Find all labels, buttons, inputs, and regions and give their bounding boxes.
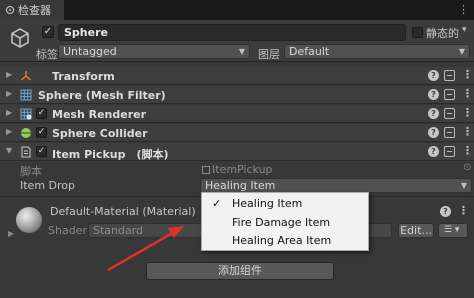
component-name: Item Pickup (脚本): [52, 148, 169, 161]
help-icon[interactable]: ?: [440, 206, 451, 217]
component-sphere-collider[interactable]: ▶ ✓ Sphere Collider ? ⋮: [0, 124, 474, 142]
transform-icon: [21, 71, 31, 81]
material-name: Default-Material (Material): [50, 205, 196, 218]
component-transform[interactable]: ▶ Transform ? ⋮: [0, 67, 474, 85]
tab-inspector[interactable]: 检查器: [0, 0, 64, 20]
panel-menu-icon[interactable]: ⋮: [458, 3, 469, 16]
item-drop-value: Healing Item: [205, 179, 276, 192]
script-label: 脚本: [20, 165, 42, 178]
component-mesh-filter[interactable]: ▶ Sphere (Mesh Filter) ? ⋮: [0, 86, 474, 104]
edit-shader-button[interactable]: Edit...: [398, 223, 434, 238]
shader-label: Shader: [48, 224, 87, 237]
component-mesh-renderer[interactable]: ▶ ✓ Mesh Renderer ? ⋮: [0, 105, 474, 123]
preset-icon[interactable]: [444, 70, 455, 81]
component-enabled-checkbox[interactable]: ✓: [36, 127, 47, 138]
static-dropdown-icon[interactable]: ▾: [462, 25, 467, 35]
object-picker-icon[interactable]: ⊙: [463, 162, 471, 173]
help-icon[interactable]: ?: [428, 127, 439, 138]
static-label: 静态的: [426, 27, 459, 40]
more-icon[interactable]: ⋮: [462, 125, 473, 138]
add-component-button[interactable]: 添加组件: [146, 262, 334, 280]
shader-list-button[interactable]: ☰ ▾: [438, 223, 468, 238]
help-icon[interactable]: ?: [428, 89, 439, 100]
more-icon[interactable]: ⋮: [462, 87, 473, 100]
material-preview-sphere: [16, 207, 42, 233]
more-icon[interactable]: ⋮: [462, 68, 473, 81]
cube-icon: [11, 28, 29, 48]
item-drop-popup-menu: ✓ Healing Item Fire Damage Item Healing …: [201, 192, 369, 251]
layer-value: Default: [289, 45, 330, 58]
checkmark-icon: ✓: [212, 197, 222, 210]
menu-item-label: Fire Damage Item: [232, 216, 331, 229]
tab-label: 检查器: [18, 4, 51, 17]
component-name: Sphere (Mesh Filter): [38, 89, 166, 102]
inspector-icon: [6, 6, 14, 14]
help-icon[interactable]: ?: [428, 108, 439, 119]
preset-icon[interactable]: [444, 89, 455, 100]
item-drop-dropdown[interactable]: Healing Item ▼: [200, 178, 472, 193]
shader-value: Standard: [93, 224, 144, 237]
help-icon[interactable]: ?: [428, 70, 439, 81]
layer-dropdown[interactable]: Default ▼: [284, 44, 470, 59]
foldout-icon[interactable]: ▶: [6, 70, 12, 79]
more-icon[interactable]: ⋮: [458, 204, 469, 217]
chevron-down-icon: ▼: [460, 181, 467, 190]
tab-bar: 检查器 ⋮: [0, 0, 474, 20]
static-checkbox[interactable]: [412, 27, 423, 38]
help-icon[interactable]: ?: [428, 146, 439, 157]
chevron-down-icon: ▼: [458, 47, 465, 56]
script-value: ItemPickup: [212, 163, 273, 176]
active-checkbox[interactable]: ✓: [42, 26, 54, 38]
foldout-icon[interactable]: ▼: [6, 146, 12, 155]
component-name: Sphere Collider: [52, 127, 148, 140]
foldout-icon[interactable]: ▶: [8, 229, 14, 238]
tag-value: Untagged: [63, 45, 117, 58]
preset-icon[interactable]: [444, 127, 455, 138]
tag-dropdown[interactable]: Untagged ▼: [58, 44, 250, 59]
mesh-filter-icon: [20, 89, 32, 101]
foldout-icon[interactable]: ▶: [6, 108, 12, 117]
menu-item-label: Healing Item: [232, 197, 303, 210]
component-name: Mesh Renderer: [52, 108, 147, 121]
preset-icon[interactable]: [444, 146, 455, 157]
menu-item-healing-area-item[interactable]: Healing Area Item: [202, 232, 370, 250]
component-enabled-checkbox[interactable]: ✓: [36, 146, 47, 157]
component-item-pickup[interactable]: ▼ ✓ Item Pickup (脚本) ? ⋮: [0, 143, 474, 161]
mesh-renderer-icon: [20, 108, 32, 120]
chevron-down-icon: ▼: [238, 47, 245, 56]
layer-label: 图层: [258, 48, 280, 61]
sphere-collider-icon: [21, 128, 31, 138]
tag-label: 标签: [36, 48, 58, 61]
component-name: Transform: [52, 70, 115, 83]
more-icon[interactable]: ⋮: [462, 144, 473, 157]
menu-item-healing-item[interactable]: ✓ Healing Item: [202, 195, 370, 213]
more-icon[interactable]: ⋮: [462, 106, 473, 119]
foldout-icon[interactable]: ▶: [6, 89, 12, 98]
foldout-icon[interactable]: ▶: [6, 127, 12, 136]
script-file-icon: [202, 166, 210, 174]
script-icon: [21, 146, 31, 158]
item-drop-label: Item Drop: [20, 179, 75, 192]
preset-icon[interactable]: [444, 108, 455, 119]
menu-item-fire-damage-item[interactable]: Fire Damage Item: [202, 214, 370, 232]
menu-item-label: Healing Area Item: [232, 234, 332, 247]
component-enabled-checkbox[interactable]: ✓: [36, 108, 47, 119]
script-field: ItemPickup: [200, 163, 462, 177]
object-name-field[interactable]: Sphere: [58, 24, 406, 41]
